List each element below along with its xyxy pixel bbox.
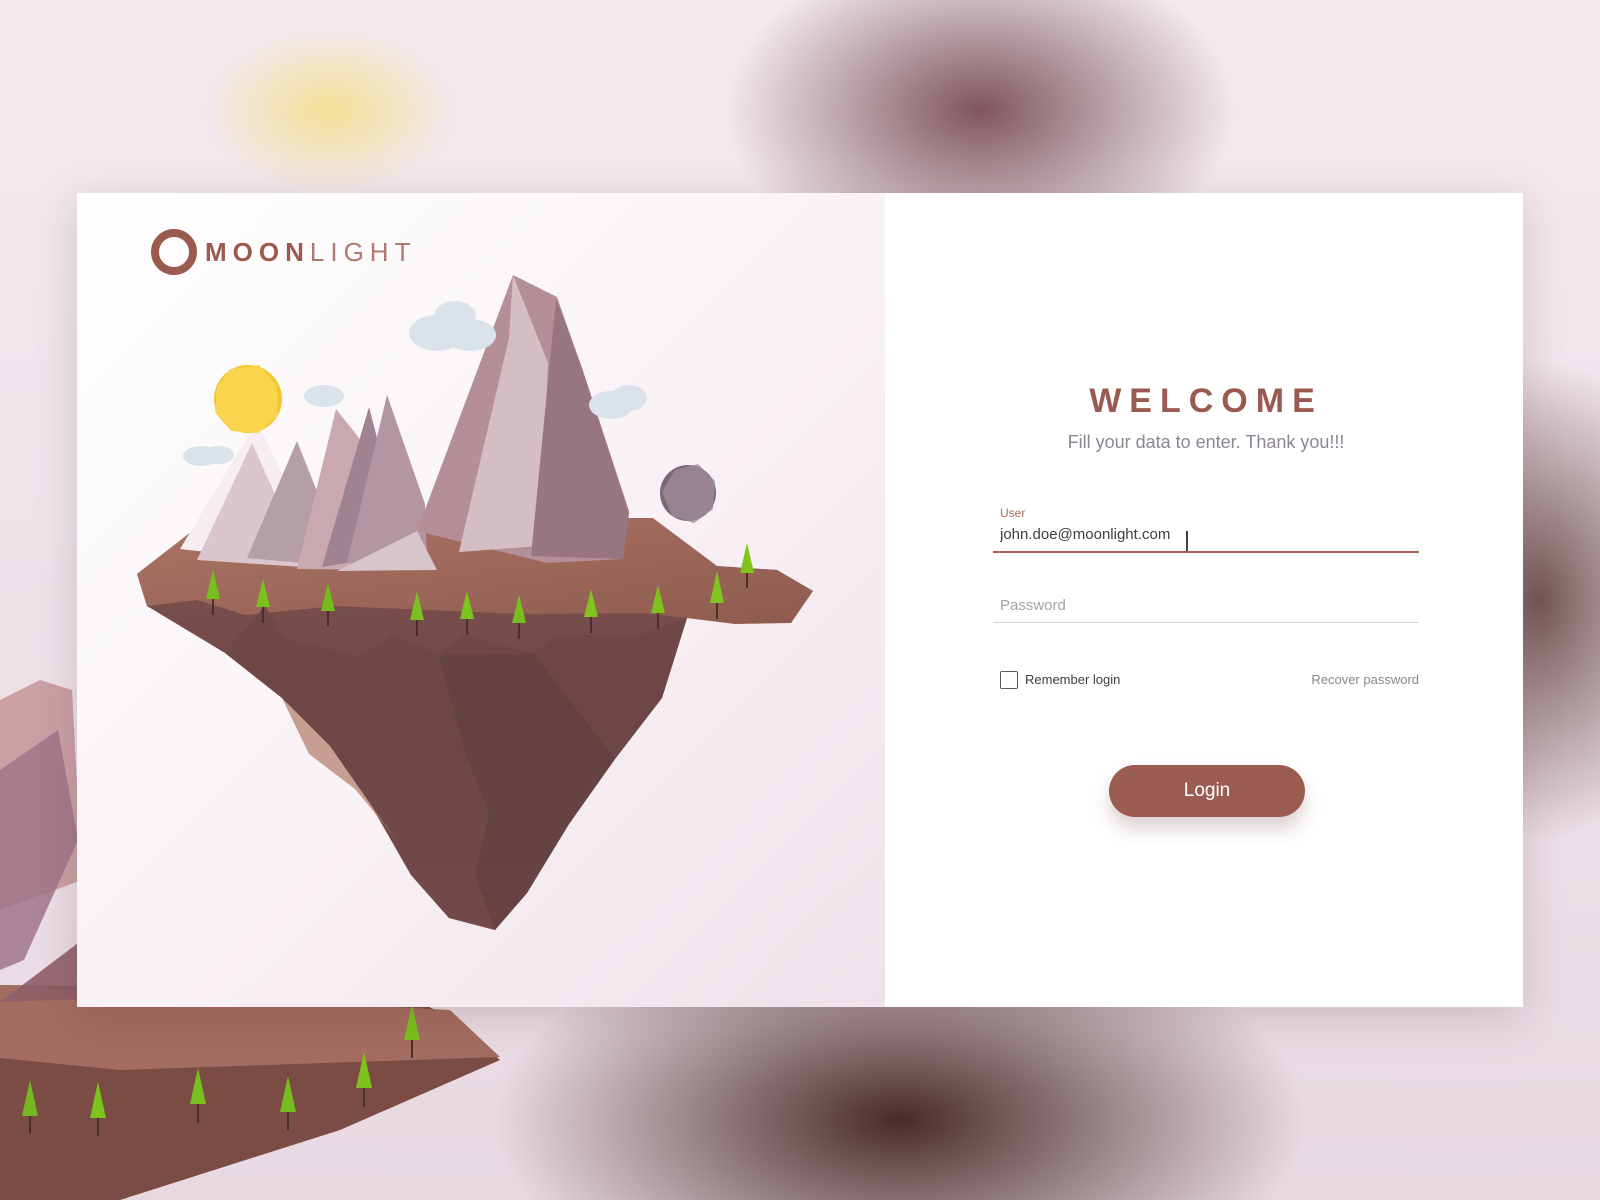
- remember-login-label: Remember login: [1025, 672, 1121, 688]
- login-card: MOON LIGHT WELCOME Fill your data to ent…: [77, 193, 1523, 1007]
- login-options: Remember login Recover password: [993, 670, 1419, 689]
- user-input[interactable]: [993, 505, 1419, 553]
- recover-password-link[interactable]: Recover password: [1311, 672, 1419, 687]
- floating-island-illustration: [137, 275, 813, 930]
- password-input[interactable]: [993, 582, 1419, 623]
- login-form: WELCOME Fill your data to enter. Thank y…: [993, 382, 1419, 689]
- remember-login-checkbox[interactable]: Remember login: [1000, 670, 1121, 689]
- user-field: User: [993, 505, 1419, 553]
- page-title: WELCOME: [1089, 382, 1323, 420]
- user-label: User: [1000, 505, 1026, 520]
- text-cursor: [1186, 530, 1188, 551]
- page-subtitle: Fill your data to enter. Thank you!!!: [1067, 432, 1345, 453]
- password-field: [993, 582, 1419, 623]
- login-panel: WELCOME Fill your data to enter. Thank y…: [885, 193, 1523, 1007]
- illustration-panel: MOON LIGHT: [77, 193, 885, 1007]
- login-button[interactable]: Login: [1109, 765, 1305, 817]
- checkbox-icon[interactable]: [1000, 670, 1018, 689]
